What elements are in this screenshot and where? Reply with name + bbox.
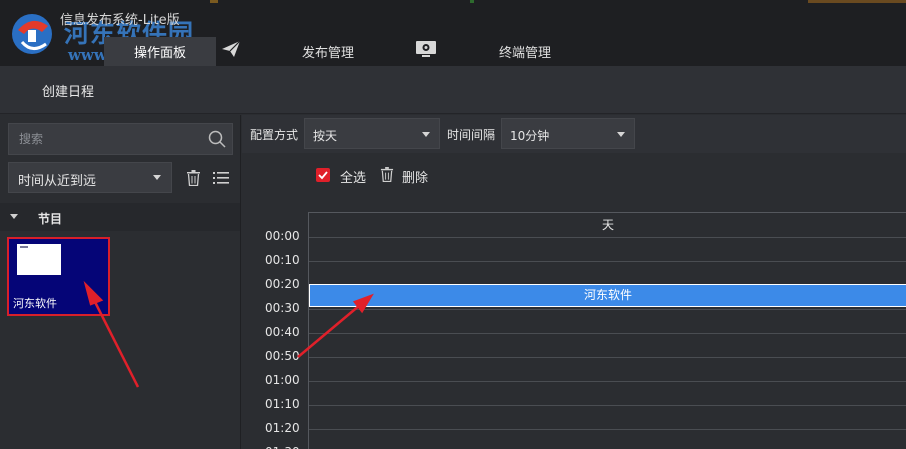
background-strip: [470, 0, 474, 3]
toolbar: 创建日程: [0, 66, 906, 114]
chevron-down-icon: [617, 132, 625, 137]
tab-label: 终端管理: [498, 46, 551, 61]
background-strip: [210, 0, 218, 3]
group-label: 节目: [38, 212, 63, 226]
schedule-event[interactable]: 河东软件: [309, 284, 906, 307]
config-bar: 配置方式 按天 时间间隔 10分钟: [242, 115, 906, 153]
mode-select[interactable]: 按天: [304, 118, 440, 149]
time-slot-row[interactable]: [309, 309, 906, 310]
time-slot-label: 00:30: [265, 301, 300, 315]
mode-value: 按天: [313, 129, 338, 143]
list-view-icon[interactable]: [213, 171, 229, 185]
create-schedule-button[interactable]: 创建日程: [42, 81, 94, 100]
send-icon[interactable]: [219, 38, 243, 60]
day-column-header: 天: [601, 218, 614, 232]
time-slot-label: 01:20: [265, 421, 300, 435]
app-title: 信息发布系统-Lite版: [60, 13, 180, 28]
time-slot-label: 00:00: [265, 229, 300, 243]
title-bar: 河东软件园 www.pc0359.cn 信息发布系统-Lite版 操作面板 发布…: [0, 0, 906, 66]
program-thumbnail[interactable]: 河东软件: [7, 237, 110, 316]
time-slot-label: 00:20: [265, 277, 300, 291]
time-slot-label: 01:10: [265, 397, 300, 411]
delete-button[interactable]: 删除: [402, 167, 428, 186]
tab-label: 操作面板: [133, 46, 186, 61]
time-slot-row[interactable]: [309, 381, 906, 382]
select-all-checkbox[interactable]: [316, 168, 330, 182]
program-group-header[interactable]: 节目: [0, 203, 240, 231]
time-slot-label: 00:40: [265, 325, 300, 339]
program-label: 河东软件: [13, 297, 57, 310]
tab-label: 发布管理: [301, 46, 354, 61]
trash-icon[interactable]: [380, 167, 394, 182]
time-slot-label: 01:30: [265, 445, 301, 449]
app-logo-icon: [12, 14, 52, 54]
checkmark-icon: [318, 171, 328, 180]
time-slot-row[interactable]: [309, 429, 906, 430]
thumbnail-preview: [17, 244, 61, 275]
time-slot-label: 00:50: [265, 349, 300, 363]
time-slot-label: 00:10: [265, 253, 300, 267]
tab-control-panel[interactable]: 操作面板: [104, 37, 216, 66]
program-list-panel: 时间从近到远 节目 河东软件: [0, 115, 241, 449]
terminal-settings-icon[interactable]: [414, 38, 438, 60]
search-box: [8, 123, 233, 155]
sort-selected: 时间从近到远: [18, 174, 97, 189]
mode-label: 配置方式: [250, 128, 299, 142]
time-slot-row[interactable]: [309, 357, 906, 358]
time-slot-row[interactable]: [309, 405, 906, 406]
chevron-down-icon: [153, 175, 161, 180]
interval-value: 10分钟: [510, 129, 550, 143]
search-input[interactable]: [9, 124, 199, 154]
background-strip: [808, 0, 906, 3]
time-slot-label: 01:00: [265, 373, 300, 387]
chevron-down-icon: [422, 132, 430, 137]
time-slot-row[interactable]: [309, 237, 906, 238]
search-icon[interactable]: [208, 130, 226, 148]
sort-dropdown[interactable]: 时间从近到远: [8, 162, 172, 193]
schedule-grid: 天: [308, 212, 906, 449]
select-all-label[interactable]: 全选: [340, 167, 366, 186]
tab-publish-management[interactable]: 发布管理: [285, 37, 371, 66]
tab-terminal-management[interactable]: 终端管理: [482, 37, 568, 66]
interval-select[interactable]: 10分钟: [501, 118, 635, 149]
time-slot-row[interactable]: [309, 261, 906, 262]
interval-label: 时间间隔: [447, 128, 496, 142]
time-slot-row[interactable]: [309, 333, 906, 334]
trash-icon[interactable]: [186, 170, 201, 186]
collapse-triangle-icon: [10, 214, 18, 219]
